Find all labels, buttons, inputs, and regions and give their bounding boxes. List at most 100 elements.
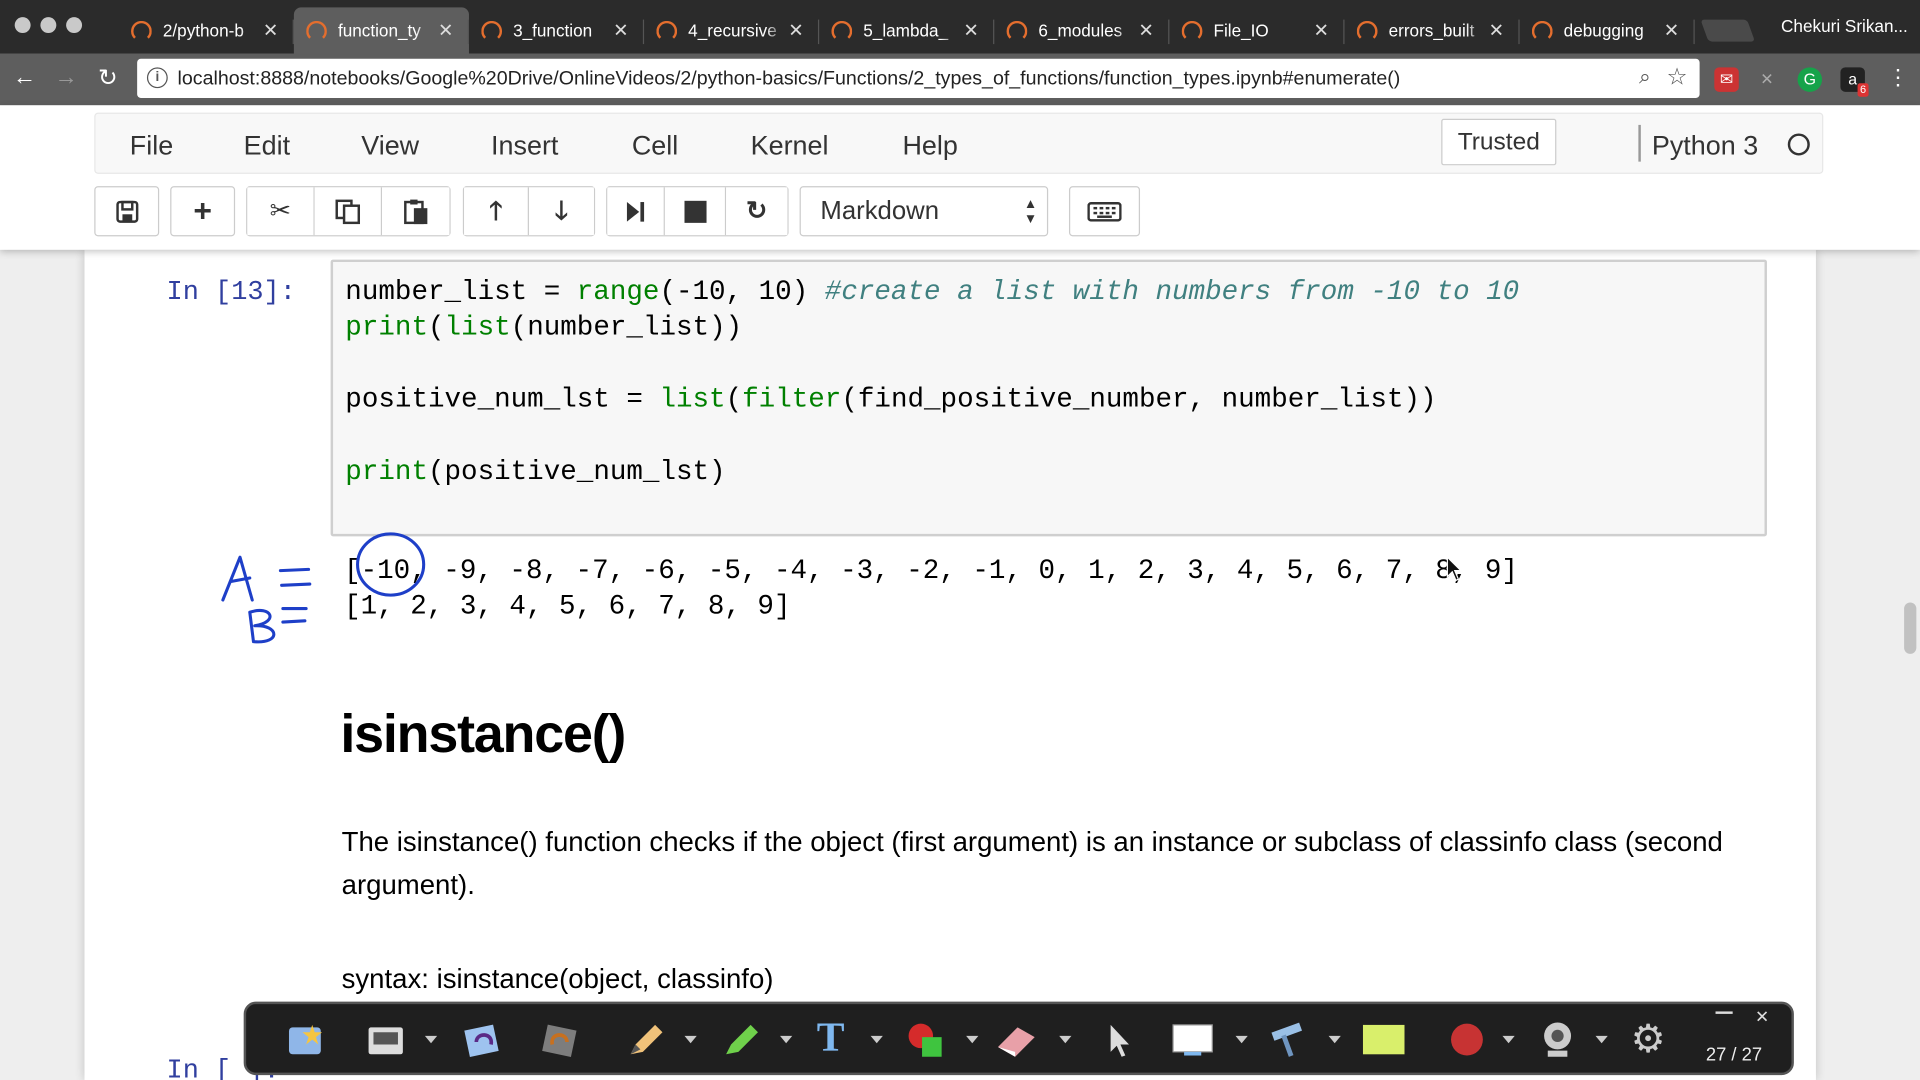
new-tab-button[interactable] [1700,19,1756,42]
close-tab-icon[interactable]: ✕ [1485,20,1507,42]
close-tab-icon[interactable]: ✕ [435,20,457,42]
close-tab-icon[interactable]: ✕ [1135,20,1157,42]
redo-icon[interactable] [540,1020,582,1059]
bookmark-star-icon[interactable]: ☆ [1666,64,1687,92]
close-tab-icon[interactable]: ✕ [960,20,982,42]
move-down-button[interactable]: 🡓 [528,187,594,236]
insert-cell-button[interactable]: + [170,186,236,237]
cell-type-select[interactable]: Markdown ▲ ▼ [799,186,1049,237]
close-tab-icon[interactable]: ✕ [260,20,282,42]
dropdown-caret-icon[interactable] [1328,1035,1341,1044]
close-extension-icon[interactable]: ✕ [1755,67,1779,91]
menu-help[interactable]: Help [902,130,957,162]
dropdown-caret-icon[interactable] [1502,1035,1515,1044]
section-heading: isinstance() [340,704,626,765]
menu-view[interactable]: View [361,130,419,162]
amazon-extension-icon[interactable]: a6 [1840,67,1869,97]
select-arrow-icon[interactable] [1098,1020,1140,1059]
menu-edit[interactable]: Edit [244,130,290,162]
record-icon[interactable] [1446,1020,1488,1059]
dropdown-caret-icon[interactable] [1595,1035,1608,1044]
shapes-icon[interactable] [905,1020,947,1059]
highlighter-icon[interactable] [721,1020,763,1059]
browser-tab[interactable]: 6_modules ✕ [994,7,1170,54]
code-comment: #create a list with numbers from -10 to … [824,275,1520,308]
dropdown-caret-icon[interactable] [966,1035,979,1044]
close-toolbar-icon[interactable]: ✕ [1755,1007,1769,1028]
browser-tab[interactable]: 3_function ✕ [469,7,645,54]
dropdown-caret-icon[interactable] [870,1035,883,1044]
close-tab-icon[interactable]: ✕ [785,20,807,42]
dropdown-caret-icon[interactable] [684,1035,697,1044]
trusted-indicator[interactable]: Trusted [1441,118,1557,166]
browser-tab[interactable]: File_IO ✕ [1169,7,1345,54]
close-tab-icon[interactable]: ✕ [1310,20,1332,42]
whiteboard-icon[interactable] [1172,1020,1214,1059]
hammer-icon[interactable] [1267,1020,1309,1059]
eraser-icon[interactable] [996,1020,1038,1059]
profile-name[interactable]: Chekuri Srikan... [1781,16,1908,36]
browser-tab[interactable]: errors_built ✕ [1345,7,1520,54]
close-window-button[interactable] [14,17,31,34]
dropdown-caret-icon[interactable] [780,1035,793,1044]
run-cell-button[interactable] [607,187,665,236]
move-up-button[interactable]: 🡑 [464,187,529,236]
menu-cell[interactable]: Cell [632,130,678,162]
reload-icon[interactable]: ↻ [93,65,122,93]
dropdown-caret-icon[interactable] [424,1035,438,1044]
gmail-extension-icon[interactable]: ✉ [1714,67,1739,92]
scissors-icon: ✂ [269,197,292,226]
pen-tool-icon[interactable] [626,1020,668,1059]
paste-button[interactable] [382,187,450,236]
kernel-name[interactable]: Python 3 [1652,130,1758,162]
undo-icon[interactable] [462,1020,504,1059]
yellow-background-icon[interactable] [1362,1020,1405,1059]
pointer-star-icon[interactable] [285,1020,327,1059]
minimize-toolbar-button[interactable] [1715,1011,1733,1014]
browser-tab-active[interactable]: function_ty ✕ [293,7,469,54]
arrow-down-icon: 🡓 [554,197,569,226]
refresh-icon: ↻ [745,197,768,226]
forward-arrow-icon[interactable]: → [51,65,80,92]
kernel-status-icon [1787,133,1810,156]
dropdown-caret-icon[interactable] [1235,1035,1248,1044]
webcam-icon[interactable] [1537,1020,1579,1059]
copy-button[interactable] [314,187,383,236]
back-arrow-icon[interactable]: ← [10,65,39,92]
site-info-icon[interactable]: i [146,67,168,89]
screen-capture-icon[interactable] [366,1020,408,1059]
code-token: range [576,275,660,308]
browser-menu-icon[interactable]: ⋮ [1883,65,1912,91]
keyboard-icon [1087,202,1122,222]
gear-icon[interactable]: ⚙ [1627,1019,1669,1059]
close-tab-icon[interactable]: ✕ [1660,20,1682,42]
close-tab-icon[interactable]: ✕ [610,20,632,42]
run-button-group: ↻ [606,186,789,237]
browser-tab[interactable]: debugging ✕ [1520,7,1695,54]
jupyter-header: File Edit View Insert Cell Kernel Help T… [0,105,1920,250]
zoom-window-button[interactable] [66,17,83,34]
browser-tab[interactable]: 2/python-b ✕ [119,7,294,54]
address-bar[interactable]: i localhost:8888/notebooks/Google%20Driv… [137,58,1700,98]
code-cell-editor[interactable]: number_list = range(-10, 10) #create a l… [330,259,1767,537]
restart-kernel-button[interactable]: ↻ [726,187,788,236]
command-palette-button[interactable] [1068,186,1141,237]
text-tool-icon[interactable]: T [817,1017,859,1059]
interrupt-kernel-button[interactable] [664,187,727,236]
browser-tab[interactable]: 4_recursive ✕ [644,7,820,54]
cut-button[interactable]: ✂ [247,187,315,236]
menu-kernel[interactable]: Kernel [751,130,829,162]
menu-file[interactable]: File [130,130,173,162]
jupyter-favicon-icon [1181,20,1203,42]
browser-tab-bar: 2/python-b ✕ function_ty ✕ 3_function ✕ 4_r… [0,0,1920,54]
code-token: ( [725,383,743,416]
browser-tab[interactable]: 5_lambda_ ✕ [819,7,995,54]
minimize-window-button[interactable] [40,17,57,34]
save-button[interactable] [94,186,160,237]
menu-insert[interactable]: Insert [491,130,558,162]
dropdown-caret-icon[interactable] [1059,1035,1072,1044]
grammarly-extension-icon[interactable]: G [1797,67,1823,92]
url-text[interactable]: localhost:8888/notebooks/Google%20Drive/… [178,69,1401,91]
zoom-icon[interactable]: ⌕ [1639,65,1651,89]
scrollbar-thumb[interactable] [1904,602,1917,654]
